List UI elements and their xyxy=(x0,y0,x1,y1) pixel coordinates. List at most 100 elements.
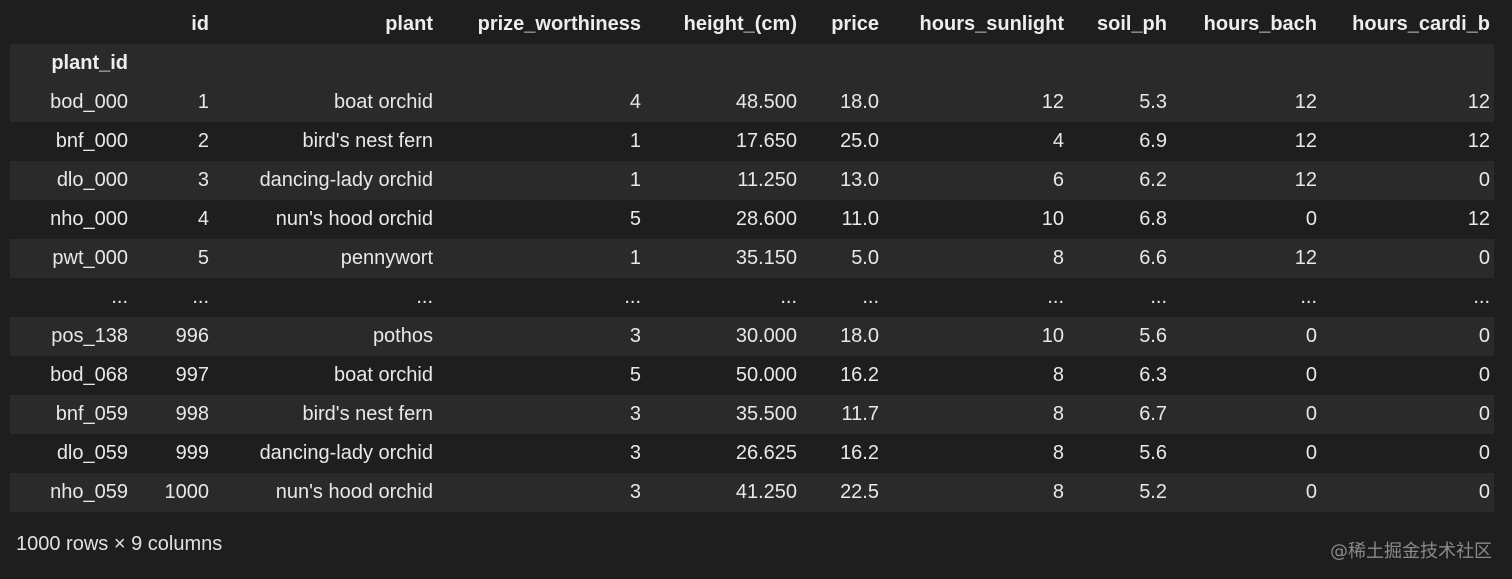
table-cell: 6.3 xyxy=(1139,364,1167,386)
table-cell: 1 xyxy=(629,247,641,269)
row-index: dlo_000 xyxy=(56,169,128,191)
table-cell: 35.150 xyxy=(735,247,797,269)
table-cell: 998 xyxy=(175,403,209,425)
column-header-row: id plant prize_worthiness height_(cm) pr… xyxy=(10,5,1494,44)
table-cell: 35.500 xyxy=(735,403,797,425)
table-cell: 0 xyxy=(1305,481,1317,503)
table-cell: dancing-lady orchid xyxy=(259,442,433,464)
column-header: height_(cm) xyxy=(645,5,801,44)
row-index: nho_059 xyxy=(50,481,128,503)
table-cell: ... xyxy=(416,286,433,308)
table-cell: 0 xyxy=(1305,364,1317,386)
table-cell: 48.500 xyxy=(735,91,797,113)
table-cell: 50.000 xyxy=(735,364,797,386)
table-cell: 3 xyxy=(629,442,641,464)
row-index: pwt_000 xyxy=(52,247,128,269)
table-cell: 0 xyxy=(1305,208,1317,230)
table-cell: 5.2 xyxy=(1139,481,1167,503)
table-row: bnf_000 2 bird's nest fern 1 17.650 25.0 4 6.9 1… xyxy=(10,122,1494,161)
table-body: bod_000 1 boat orchid 4 48.500 18.0 12 5.3 12 12 b… xyxy=(10,83,1494,512)
table-cell: pothos xyxy=(372,325,433,347)
dataframe-table: id plant prize_worthiness height_(cm) pr… xyxy=(10,5,1494,512)
table-cell: 1 xyxy=(197,91,209,113)
column-header: hours_sunlight xyxy=(883,5,1068,44)
ellipsis-row: .............................. xyxy=(10,278,1494,317)
table-row: dlo_000 3 dancing-lady orchid 1 11.250 13.0 6 6… xyxy=(10,161,1494,200)
column-header: hours_cardi_b xyxy=(1321,5,1494,44)
table-cell: 5 xyxy=(629,364,641,386)
table-row: bod_068 997 boat orchid 5 50.000 16.2 8 6.3 0 0 xyxy=(10,356,1494,395)
index-name-header: plant_id xyxy=(10,44,132,83)
column-header: plant xyxy=(213,5,437,44)
table-cell: ... xyxy=(624,286,641,308)
table-cell: 8 xyxy=(1052,442,1064,464)
table-cell: 0 xyxy=(1478,247,1490,269)
table-cell: 11.250 xyxy=(737,169,797,191)
table-row: nho_059 1000 nun's hood orchid 3 41.250 22.5 8… xyxy=(10,473,1494,512)
column-header: soil_ph xyxy=(1068,5,1171,44)
table-cell: 1 xyxy=(629,169,641,191)
table-cell: 16.2 xyxy=(840,442,879,464)
table-cell: 12 xyxy=(1467,91,1490,113)
table-cell: 10 xyxy=(1041,325,1064,347)
dataframe-output: id plant prize_worthiness height_(cm) pr… xyxy=(10,5,1494,512)
table-cell: 30.000 xyxy=(735,325,797,347)
column-header: id xyxy=(132,5,213,44)
table-cell: 8 xyxy=(1052,364,1064,386)
table-cell: dancing-lady orchid xyxy=(259,169,433,191)
table-cell: 12 xyxy=(1294,130,1317,152)
index-header-blank xyxy=(10,5,132,44)
table-cell: 0 xyxy=(1478,442,1490,464)
table-cell: 5.6 xyxy=(1139,325,1167,347)
table-cell: 5.3 xyxy=(1139,91,1167,113)
table-cell: ... xyxy=(780,286,797,308)
table-cell: ... xyxy=(1047,286,1064,308)
table-cell: 2 xyxy=(197,130,209,152)
table-cell: 5 xyxy=(629,208,641,230)
table-cell: 8 xyxy=(1052,403,1064,425)
table-cell: bird's nest fern xyxy=(302,130,433,152)
table-cell: bird's nest fern xyxy=(302,403,433,425)
table-cell: ... xyxy=(862,286,879,308)
row-index: bnf_059 xyxy=(55,403,128,425)
table-cell: 6.2 xyxy=(1139,169,1167,191)
table-cell: ... xyxy=(1473,286,1490,308)
table-cell: 997 xyxy=(175,364,209,386)
table-cell: 22.5 xyxy=(840,481,879,503)
row-index: pos_138 xyxy=(51,325,128,347)
table-cell: nun's hood orchid xyxy=(275,481,433,503)
table-cell: 0 xyxy=(1478,481,1490,503)
table-cell: 26.625 xyxy=(735,442,797,464)
table-cell: 12 xyxy=(1467,208,1490,230)
table-cell: 6.9 xyxy=(1139,130,1167,152)
table-cell: 0 xyxy=(1478,325,1490,347)
table-cell: 12 xyxy=(1294,247,1317,269)
table-cell: 13.0 xyxy=(840,169,879,191)
table-cell: 0 xyxy=(1305,325,1317,347)
table-cell: 3 xyxy=(629,481,641,503)
table-cell: 17.650 xyxy=(735,130,797,152)
table-cell: 18.0 xyxy=(840,91,879,113)
table-cell: 4 xyxy=(197,208,209,230)
table-cell: ... xyxy=(1150,286,1167,308)
table-row: dlo_059 999 dancing-lady orchid 3 26.625 16.2… xyxy=(10,434,1494,473)
row-index: dlo_059 xyxy=(56,442,128,464)
table-cell: 28.600 xyxy=(735,208,797,230)
table-cell: 41.250 xyxy=(735,481,797,503)
table-row: bnf_059 998 bird's nest fern 3 35.500 11.7 8 6.… xyxy=(10,395,1494,434)
table-cell: 12 xyxy=(1294,91,1317,113)
table-cell: 0 xyxy=(1478,169,1490,191)
table-cell: 1 xyxy=(629,130,641,152)
table-cell: 999 xyxy=(175,442,209,464)
table-cell: 3 xyxy=(629,325,641,347)
table-row: pwt_000 5 pennywort 1 35.150 5.0 8 6.6 12 0 xyxy=(10,239,1494,278)
watermark: @稀土掘金技术社区 xyxy=(1330,541,1492,562)
table-header: id plant prize_worthiness height_(cm) pr… xyxy=(10,5,1494,83)
table-row: pos_138 996 pothos 3 30.000 18.0 10 5.6 0 0 xyxy=(10,317,1494,356)
column-header: hours_bach xyxy=(1171,5,1321,44)
table-cell: 0 xyxy=(1478,403,1490,425)
table-cell: 6.6 xyxy=(1139,247,1167,269)
row-index: bnf_000 xyxy=(55,130,128,152)
table-cell: 18.0 xyxy=(840,325,879,347)
column-header: price xyxy=(801,5,883,44)
